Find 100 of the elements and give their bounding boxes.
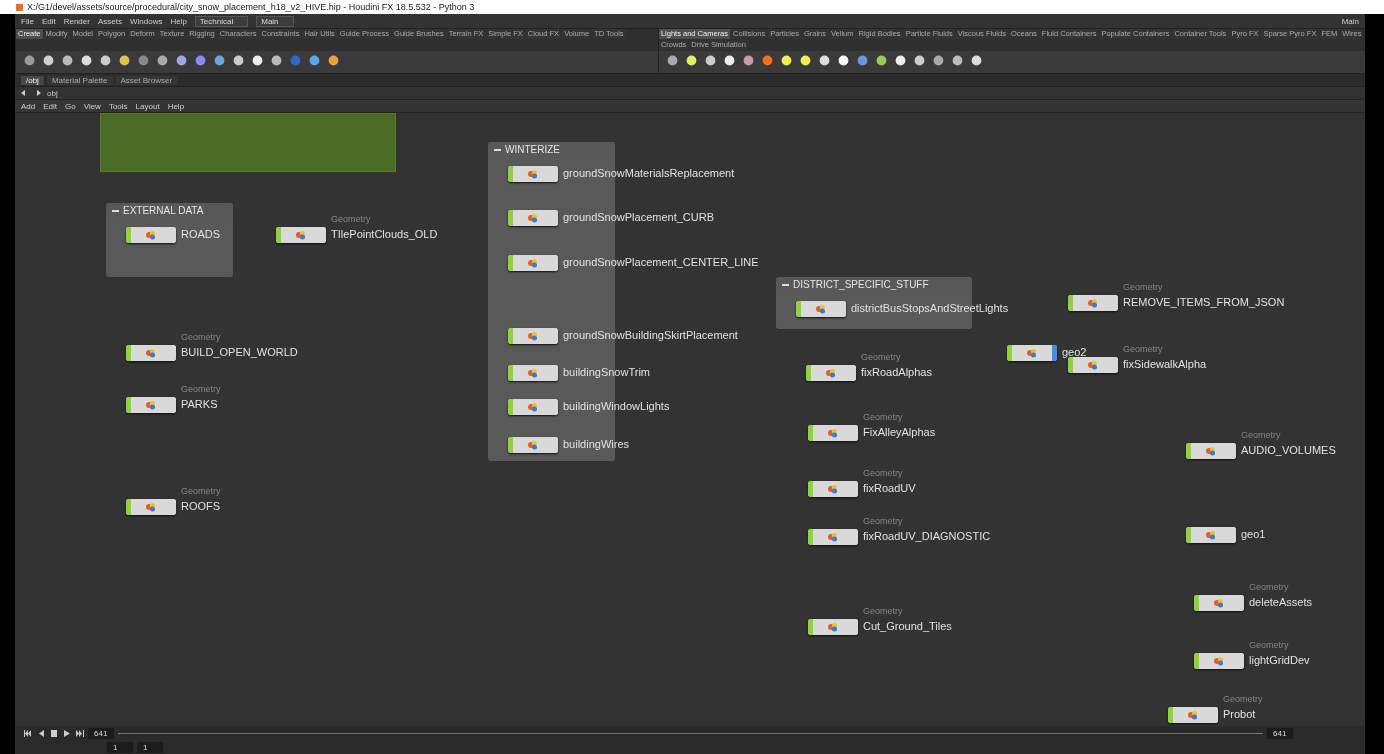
- menu-item[interactable]: Assets: [97, 16, 122, 26]
- node-name: REMOVE_ITEMS_FROM_JSON: [1123, 296, 1285, 308]
- tool-icon[interactable]: [685, 55, 697, 66]
- node-type-label: Geometry: [863, 606, 903, 616]
- geometry-node[interactable]: [808, 619, 858, 635]
- geometry-node[interactable]: [508, 328, 558, 344]
- menu-item[interactable]: Add: [21, 101, 36, 111]
- node-name: districtBusStopsAndStreetLights: [851, 302, 1009, 314]
- desktop-dropdown[interactable]: Main: [256, 15, 294, 27]
- geometry-node[interactable]: [1186, 527, 1236, 543]
- tool-icon[interactable]: [157, 55, 168, 66]
- tool-icon[interactable]: [81, 55, 92, 66]
- geometry-node[interactable]: [806, 365, 856, 381]
- menu-item[interactable]: Edit: [41, 16, 56, 26]
- geometry-icon: [145, 502, 157, 512]
- forward-icon[interactable]: [34, 90, 41, 96]
- tool-icon[interactable]: [970, 55, 982, 66]
- tool-icon[interactable]: [43, 55, 54, 66]
- geometry-node[interactable]: [1068, 295, 1118, 311]
- tool-icon[interactable]: [799, 55, 811, 66]
- node-name: FixAlleyAlphas: [863, 426, 936, 438]
- geometry-node[interactable]: [508, 166, 558, 182]
- menu-item[interactable]: File: [21, 16, 34, 26]
- pane-tab[interactable]: Material Palette: [46, 75, 113, 85]
- geometry-node[interactable]: [508, 365, 558, 381]
- geometry-node[interactable]: [808, 529, 858, 545]
- tool-icon[interactable]: [214, 55, 225, 66]
- desktop-dropdown[interactable]: Technical: [194, 15, 249, 27]
- menu-item[interactable]: Layout: [135, 101, 160, 111]
- collapse-icon[interactable]: [112, 209, 119, 212]
- tool-icon[interactable]: [894, 55, 906, 66]
- tool-icon[interactable]: [742, 55, 754, 66]
- desktop-label[interactable]: Main: [1341, 16, 1359, 26]
- pane-tab[interactable]: Asset Browser: [115, 75, 178, 85]
- geometry-node[interactable]: [1194, 595, 1244, 611]
- tool-icon[interactable]: [913, 55, 925, 66]
- play-icon[interactable]: [62, 729, 71, 737]
- step-back-icon[interactable]: [36, 729, 45, 737]
- geometry-node[interactable]: [276, 227, 326, 243]
- menu-item[interactable]: Edit: [43, 101, 58, 111]
- tool-icon[interactable]: [837, 55, 849, 66]
- geometry-node[interactable]: [1186, 443, 1236, 459]
- tool-icon[interactable]: [780, 55, 792, 66]
- menu-item[interactable]: Help: [170, 16, 187, 26]
- network-canvas[interactable]: [15, 113, 1365, 726]
- tool-icon[interactable]: [704, 55, 716, 66]
- collapse-icon[interactable]: [782, 283, 789, 286]
- network-box-title: WINTERIZE: [505, 144, 560, 155]
- tool-icon[interactable]: [666, 55, 678, 66]
- geometry-node[interactable]: [126, 345, 176, 361]
- geometry-node[interactable]: [796, 301, 846, 317]
- geometry-node[interactable]: [1168, 707, 1218, 723]
- tool-icon[interactable]: [875, 55, 887, 66]
- last-frame-icon[interactable]: [75, 729, 84, 737]
- geometry-node[interactable]: [508, 437, 558, 453]
- tool-icon[interactable]: [119, 55, 130, 66]
- menu-item[interactable]: View: [83, 101, 101, 111]
- first-frame-icon[interactable]: [23, 729, 32, 737]
- geometry-icon: [1213, 656, 1225, 666]
- tool-icon[interactable]: [932, 55, 944, 66]
- tool-icon[interactable]: [176, 55, 187, 66]
- menu-item[interactable]: Render: [63, 16, 90, 26]
- tool-icon[interactable]: [62, 55, 73, 66]
- tool-icon[interactable]: [271, 55, 282, 66]
- geometry-node[interactable]: [126, 499, 176, 515]
- tool-icon[interactable]: [309, 55, 320, 66]
- frame-field[interactable]: 641: [88, 727, 114, 739]
- tool-icon[interactable]: [100, 55, 111, 66]
- collapse-icon[interactable]: [494, 148, 501, 151]
- node-name: Cut_Ground_Tiles: [863, 620, 952, 632]
- geometry-icon: [527, 440, 539, 450]
- tool-icon[interactable]: [723, 55, 735, 66]
- start-frame-field[interactable]: 1: [107, 741, 133, 753]
- tool-icon[interactable]: [818, 55, 830, 66]
- geometry-icon: [1187, 710, 1199, 720]
- geometry-node[interactable]: [508, 255, 558, 271]
- menu-item[interactable]: Help: [167, 101, 185, 111]
- back-icon[interactable]: [21, 90, 28, 96]
- geometry-node[interactable]: [508, 399, 558, 415]
- menu-item[interactable]: Tools: [108, 101, 128, 111]
- tool-icon[interactable]: [951, 55, 963, 66]
- range-start-field[interactable]: 1: [137, 741, 163, 753]
- pane-tab[interactable]: /obj: [21, 75, 44, 85]
- menu-item[interactable]: Go: [65, 101, 76, 111]
- network-path[interactable]: obj: [47, 88, 58, 98]
- node-type-label: Geometry: [1123, 344, 1163, 354]
- geometry-node[interactable]: [1194, 653, 1244, 669]
- end-frame-field[interactable]: 641: [1267, 727, 1293, 739]
- tool-icon[interactable]: [252, 55, 263, 66]
- geometry-node[interactable]: [808, 481, 858, 497]
- geometry-node[interactable]: [126, 397, 176, 413]
- geometry-node[interactable]: [1007, 345, 1057, 361]
- tool-icon[interactable]: [233, 55, 244, 66]
- geometry-node[interactable]: [808, 425, 858, 441]
- menu-item[interactable]: Windows: [129, 16, 163, 26]
- tool-icon[interactable]: [328, 55, 339, 66]
- stop-icon[interactable]: [49, 729, 58, 737]
- geometry-node[interactable]: [126, 227, 176, 243]
- geometry-node[interactable]: [1068, 357, 1118, 373]
- geometry-node[interactable]: [508, 210, 558, 226]
